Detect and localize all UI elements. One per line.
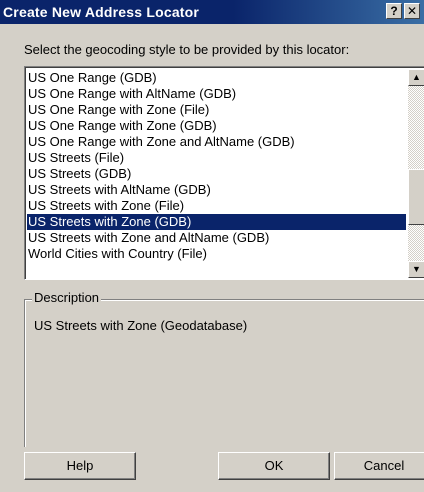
style-list: US One Range (GDB) US One Range with AltN…: [27, 70, 406, 262]
list-item[interactable]: US One Range with Zone (GDB): [27, 118, 406, 134]
down-arrow-icon: ▼: [412, 264, 421, 274]
list-item[interactable]: US Streets (File): [27, 150, 406, 166]
list-item[interactable]: US One Range (GDB): [27, 70, 406, 86]
window-title: Create New Address Locator: [3, 4, 200, 20]
description-legend: Description: [32, 290, 102, 305]
list-item[interactable]: US One Range with AltName (GDB): [27, 86, 406, 102]
cancel-button[interactable]: Cancel: [334, 452, 424, 480]
description-text: US Streets with Zone (Geodatabase): [34, 318, 248, 333]
list-item[interactable]: US One Range with Zone and AltName (GDB): [27, 134, 406, 150]
list-item[interactable]: US Streets with AltName (GDB): [27, 182, 406, 198]
up-arrow-icon: ▲: [412, 72, 421, 82]
list-item[interactable]: World Cities with Country (File): [27, 246, 406, 262]
title-bar[interactable]: Create New Address Locator ? ✕: [0, 0, 424, 24]
scroll-thumb[interactable]: [408, 169, 424, 225]
context-help-button[interactable]: ?: [386, 3, 402, 19]
geocoding-style-listbox[interactable]: US One Range (GDB) US One Range with AltN…: [24, 66, 424, 280]
list-item[interactable]: US One Range with Zone (File): [27, 102, 406, 118]
list-item[interactable]: US Streets (GDB): [27, 166, 406, 182]
vertical-scrollbar[interactable]: ▲ ▼: [408, 69, 424, 278]
scroll-down-button[interactable]: ▼: [408, 261, 424, 278]
close-button[interactable]: ✕: [404, 3, 420, 19]
list-item[interactable]: US Streets with Zone (GDB): [27, 214, 406, 230]
list-item[interactable]: US Streets with Zone (File): [27, 198, 406, 214]
list-item[interactable]: US Streets with Zone and AltName (GDB): [27, 230, 406, 246]
style-prompt-label: Select the geocoding style to be provide…: [24, 42, 350, 57]
help-button[interactable]: Help: [24, 452, 136, 480]
ok-button[interactable]: OK: [218, 452, 330, 480]
scroll-up-button[interactable]: ▲: [408, 69, 424, 86]
